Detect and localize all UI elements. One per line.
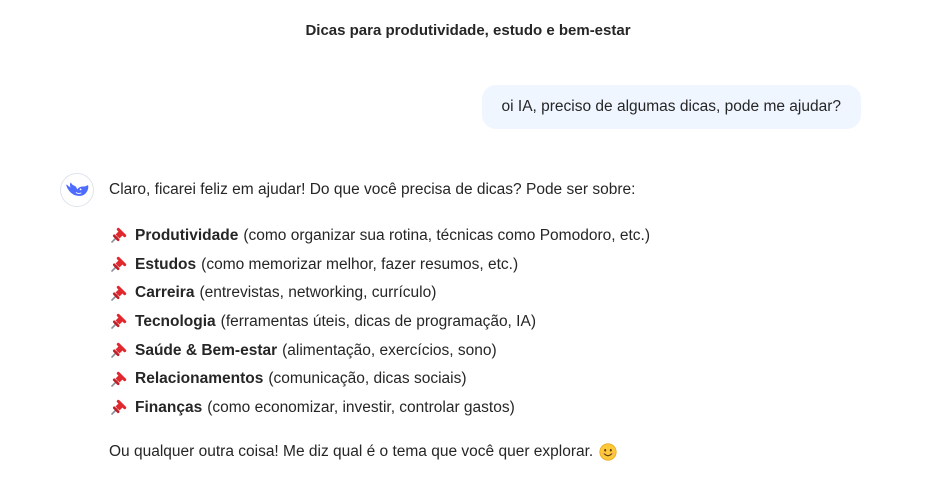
assistant-outro: Ou qualquer outra coisa! Me diz qual é o… <box>109 440 869 464</box>
list-item: Estudos (como memorizar melhor, fazer re… <box>109 251 869 280</box>
pushpin-icon <box>111 228 127 244</box>
assistant-intro-text: Claro, ficarei feliz em ajudar! Do que v… <box>109 181 636 198</box>
topic-detail: (entrevistas, networking, currículo) <box>199 284 437 302</box>
topic-detail: (como organizar sua rotina, técnicas com… <box>243 227 650 244</box>
topic-name: Estudos <box>135 255 197 273</box>
list-item: Relacionamentos (comunicação, dicas soci… <box>109 365 869 394</box>
pushpin-icon <box>111 371 127 387</box>
topic-detail: (como economizar, investir, controlar ga… <box>207 399 515 417</box>
list-item: Produtividade (como organizar sua rotina… <box>109 222 869 251</box>
list-item: Tecnologia (ferramentas úteis, dicas de … <box>109 308 869 337</box>
list-item: Finanças (como economizar, investir, con… <box>109 394 869 423</box>
topic-name: Produtividade <box>135 227 239 244</box>
pushpin-icon <box>111 314 127 330</box>
list-item: Saúde & Bem-estar (alimentação, exercíci… <box>109 337 869 366</box>
list-item: Carreira (entrevistas, networking, currí… <box>109 279 869 308</box>
smiling-face-icon <box>599 443 617 461</box>
pushpin-icon <box>111 285 127 301</box>
topic-name: Carreira <box>135 284 195 302</box>
topic-list: Produtividade (como organizar sua rotina… <box>109 222 869 423</box>
pushpin-icon <box>111 256 127 272</box>
whale-logo-icon <box>66 182 89 196</box>
topic-detail: (ferramentas úteis, dicas de programação… <box>220 313 536 331</box>
topic-detail: (alimentação, exercícios, sono) <box>282 341 497 359</box>
assistant-avatar <box>60 173 94 207</box>
assistant-outro-text: Ou qualquer outra coisa! Me diz qual é o… <box>109 442 594 460</box>
user-message-text: oi IA, preciso de algumas dicas, pode me… <box>501 98 841 115</box>
topic-detail: (como memorizar melhor, fazer resumos, e… <box>201 255 519 273</box>
topic-name: Finanças <box>135 399 203 417</box>
topic-name: Saúde & Bem-estar <box>135 341 278 359</box>
topic-detail: (comunicação, dicas sociais) <box>268 370 467 388</box>
topic-name: Relacionamentos <box>135 370 264 388</box>
topic-name: Tecnologia <box>135 313 216 331</box>
assistant-message: Claro, ficarei feliz em ajudar! Do que v… <box>109 178 869 464</box>
pushpin-icon <box>111 342 127 358</box>
user-message-bubble: oi IA, preciso de algumas dicas, pode me… <box>481 85 861 129</box>
chat-title: Dicas para produtividade, estudo e bem-e… <box>305 22 631 39</box>
pushpin-icon <box>111 400 127 416</box>
